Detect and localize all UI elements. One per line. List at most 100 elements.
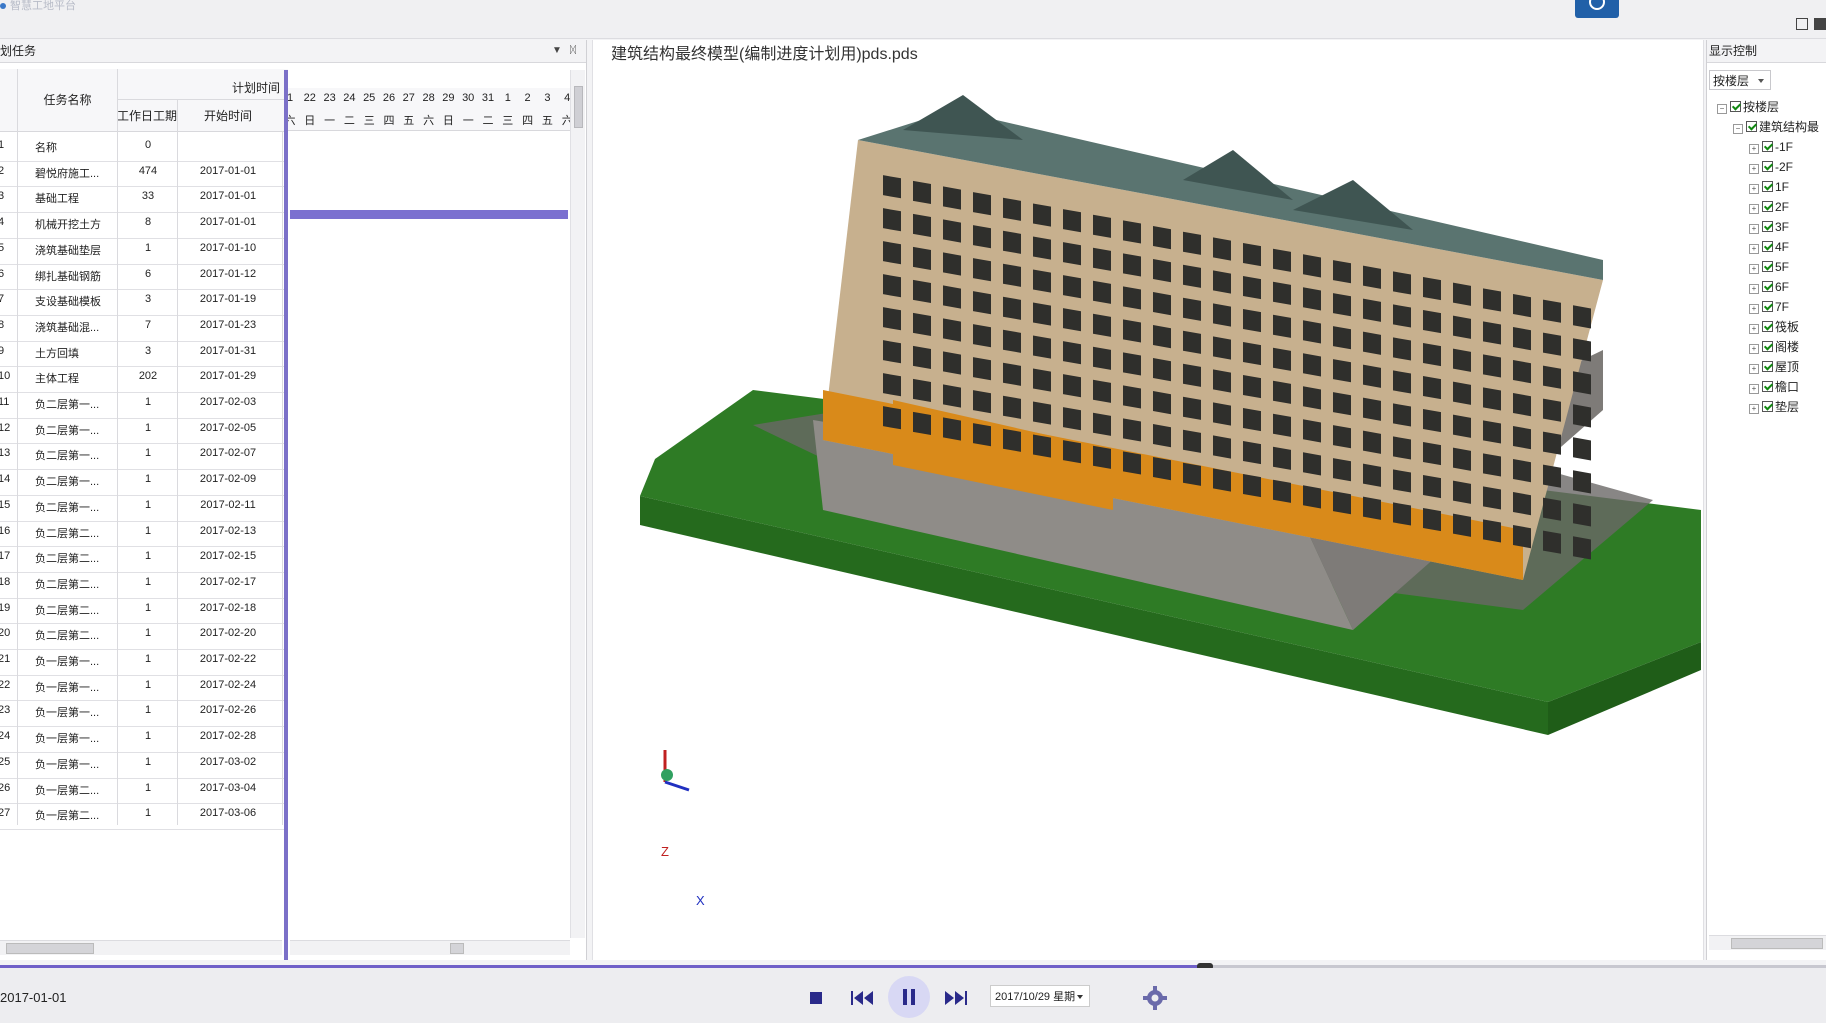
visibility-checkbox[interactable]: [1762, 281, 1773, 292]
grid-scroll-thumb[interactable]: [6, 943, 94, 954]
visibility-checkbox[interactable]: [1762, 301, 1773, 312]
task-name-cell[interactable]: 负二层第一...: [35, 473, 115, 489]
task-name-cell[interactable]: 负一层第一...: [35, 679, 115, 695]
start-date-cell[interactable]: 2017-02-09: [178, 473, 278, 485]
visibility-checkbox[interactable]: [1762, 261, 1773, 272]
task-name-cell[interactable]: 负一层第一...: [35, 704, 115, 720]
task-name-cell[interactable]: 机械开挖土方: [35, 216, 115, 232]
start-date-cell[interactable]: 2017-01-01: [178, 216, 278, 228]
gantt-scroll-thumb[interactable]: [450, 943, 464, 954]
work-days-cell[interactable]: 1: [118, 525, 178, 537]
gear-icon[interactable]: [1140, 983, 1170, 1013]
expand-toggle-icon[interactable]: +: [1749, 244, 1759, 254]
work-days-cell[interactable]: 1: [118, 242, 178, 254]
table-row[interactable]: 27 负一层第二... 1 2017-03-06: [0, 799, 288, 830]
visibility-checkbox[interactable]: [1762, 381, 1773, 392]
tree-item[interactable]: +7F: [1749, 298, 1789, 316]
visibility-checkbox[interactable]: [1762, 201, 1773, 212]
task-name-cell[interactable]: 负一层第一...: [35, 756, 115, 772]
start-date-cell[interactable]: 2017-02-11: [178, 499, 278, 511]
work-days-cell[interactable]: 6: [118, 268, 178, 280]
work-days-cell[interactable]: 1: [118, 499, 178, 511]
search-button[interactable]: [1575, 0, 1619, 18]
work-days-cell[interactable]: 1: [118, 756, 178, 768]
task-name-cell[interactable]: 土方回填: [35, 345, 115, 361]
start-date-cell[interactable]: 2017-01-01: [178, 165, 278, 177]
previous-icon[interactable]: [848, 983, 878, 1013]
task-name-cell[interactable]: 负二层第二...: [35, 627, 115, 643]
tree-horizontal-scrollbar[interactable]: [1709, 935, 1826, 950]
tree-scroll-thumb[interactable]: [1731, 938, 1823, 949]
panel-pin-icon[interactable]: ᛞ: [570, 40, 576, 62]
task-name-cell[interactable]: 浇筑基础垫层: [35, 242, 115, 258]
work-days-cell[interactable]: 474: [118, 165, 178, 177]
start-date-cell[interactable]: 2017-01-01: [178, 190, 278, 202]
task-name-cell[interactable]: 支设基础模板: [35, 293, 115, 309]
work-days-cell[interactable]: 1: [118, 422, 178, 434]
visibility-checkbox[interactable]: [1762, 161, 1773, 172]
task-name-cell[interactable]: 主体工程: [35, 370, 115, 386]
task-name-cell[interactable]: 基础工程: [35, 190, 115, 206]
tree-item[interactable]: − 建筑结构最: [1733, 118, 1819, 136]
start-date-cell[interactable]: 2017-01-10: [178, 242, 278, 254]
tree-item[interactable]: − 按楼层: [1717, 98, 1779, 116]
work-days-cell[interactable]: 8: [118, 216, 178, 228]
tree-item[interactable]: + 筏板: [1749, 318, 1799, 336]
work-days-cell[interactable]: 1: [118, 576, 178, 588]
start-date-cell[interactable]: 2017-02-20: [178, 627, 278, 639]
task-name-cell[interactable]: 负二层第二...: [35, 602, 115, 618]
tree-item[interactable]: +5F: [1749, 258, 1789, 276]
task-name-cell[interactable]: 名称: [35, 139, 115, 155]
task-name-cell[interactable]: 负二层第二...: [35, 525, 115, 541]
gantt-horizontal-scrollbar[interactable]: [290, 940, 570, 955]
work-days-cell[interactable]: 1: [118, 782, 178, 794]
start-date-cell[interactable]: 2017-02-26: [178, 704, 278, 716]
start-date-cell[interactable]: 2017-02-24: [178, 679, 278, 691]
tree-item[interactable]: + 屋顶: [1749, 358, 1799, 376]
tree-item[interactable]: +2F: [1749, 198, 1789, 216]
work-days-cell[interactable]: 33: [118, 190, 178, 202]
expand-toggle-icon[interactable]: −: [1733, 124, 1743, 134]
visibility-checkbox[interactable]: [1762, 141, 1773, 152]
current-date-marker[interactable]: [284, 70, 288, 960]
start-date-cell[interactable]: 2017-03-06: [178, 807, 278, 819]
task-name-cell[interactable]: 绑扎基础钢筋: [35, 268, 115, 284]
restore-window-icon[interactable]: [1796, 18, 1808, 30]
work-days-cell[interactable]: 1: [118, 447, 178, 459]
gantt-bar-project[interactable]: [290, 210, 568, 219]
start-date-cell[interactable]: 2017-01-23: [178, 319, 278, 331]
task-name-cell[interactable]: 负二层第一...: [35, 447, 115, 463]
task-name-cell[interactable]: 碧悦府施工...: [35, 165, 115, 181]
expand-toggle-icon[interactable]: +: [1749, 224, 1759, 234]
start-date-cell[interactable]: 2017-02-07: [178, 447, 278, 459]
work-days-cell[interactable]: 202: [118, 370, 178, 382]
start-date-cell[interactable]: 2017-01-19: [178, 293, 278, 305]
visibility-checkbox[interactable]: [1730, 101, 1741, 112]
work-days-cell[interactable]: 1: [118, 602, 178, 614]
visibility-checkbox[interactable]: [1762, 241, 1773, 252]
work-days-cell[interactable]: 3: [118, 293, 178, 305]
expand-toggle-icon[interactable]: +: [1749, 344, 1759, 354]
task-name-cell[interactable]: 负二层第二...: [35, 550, 115, 566]
tree-item[interactable]: +1F: [1749, 178, 1789, 196]
stop-icon[interactable]: [801, 983, 831, 1013]
tree-item[interactable]: + 檐口: [1749, 378, 1799, 396]
expand-toggle-icon[interactable]: +: [1749, 164, 1759, 174]
start-date-cell[interactable]: 2017-02-18: [178, 602, 278, 614]
work-days-cell[interactable]: 1: [118, 730, 178, 742]
work-days-cell[interactable]: 1: [118, 653, 178, 665]
task-grid-vertical-scrollbar[interactable]: [570, 70, 585, 938]
work-days-cell[interactable]: 7: [118, 319, 178, 331]
start-date-cell[interactable]: 2017-02-17: [178, 576, 278, 588]
task-name-cell[interactable]: 负二层第一...: [35, 396, 115, 412]
col-start-time[interactable]: 开始时间: [178, 107, 278, 124]
visibility-checkbox[interactable]: [1762, 321, 1773, 332]
task-name-cell[interactable]: 浇筑基础混...: [35, 319, 115, 335]
building-model[interactable]: [593, 70, 1703, 810]
col-work-days[interactable]: 工作日工期: [117, 107, 177, 124]
expand-toggle-icon[interactable]: +: [1749, 184, 1759, 194]
visibility-checkbox[interactable]: [1762, 361, 1773, 372]
work-days-cell[interactable]: 1: [118, 550, 178, 562]
start-date-cell[interactable]: 2017-02-22: [178, 653, 278, 665]
task-name-cell[interactable]: 负二层第一...: [35, 499, 115, 515]
